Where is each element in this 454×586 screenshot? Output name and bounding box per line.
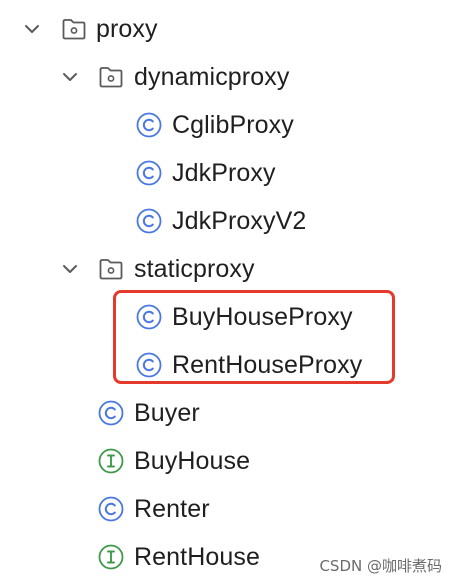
folder-icon bbox=[62, 19, 86, 40]
folder-icon bbox=[99, 259, 123, 280]
tree-node-cglibproxy[interactable]: CglibProxy bbox=[0, 101, 454, 149]
class-icon bbox=[98, 400, 124, 426]
class-icon bbox=[136, 112, 162, 138]
class-icon bbox=[98, 496, 124, 522]
watermark-text: CSDN @咖啡煮码 bbox=[319, 557, 442, 575]
tree-node-label: JdkProxy bbox=[172, 159, 276, 187]
tree-node-jdkproxyv2[interactable]: JdkProxyV2 bbox=[0, 197, 454, 245]
tree-node-proxy[interactable]: proxy bbox=[0, 5, 454, 53]
project-tree: proxy dynamicproxy CglibProxy JdkProxy J… bbox=[0, 0, 454, 586]
chevron-down-icon[interactable] bbox=[61, 68, 79, 86]
class-icon bbox=[136, 208, 162, 234]
tree-node-jdkproxy[interactable]: JdkProxy bbox=[0, 149, 454, 197]
tree-node-label: BuyHouse bbox=[134, 447, 251, 475]
tree-node-renter[interactable]: Renter bbox=[0, 485, 454, 533]
tree-node-label: dynamicproxy bbox=[134, 63, 290, 91]
chevron-down-icon[interactable] bbox=[61, 260, 79, 278]
chevron-down-icon[interactable] bbox=[23, 20, 41, 38]
tree-node-label: staticproxy bbox=[134, 255, 255, 283]
tree-node-label: CglibProxy bbox=[172, 111, 294, 139]
highlight-annotation-box bbox=[113, 290, 395, 384]
tree-node-label: Buyer bbox=[134, 399, 200, 427]
tree-node-dynamicproxy[interactable]: dynamicproxy bbox=[0, 53, 454, 101]
tree-node-label: RentHouse bbox=[134, 543, 260, 571]
class-icon bbox=[136, 160, 162, 186]
interface-icon bbox=[98, 544, 124, 570]
folder-icon bbox=[99, 67, 123, 88]
tree-node-buyer[interactable]: Buyer bbox=[0, 389, 454, 437]
tree-node-buyhouse[interactable]: BuyHouse bbox=[0, 437, 454, 485]
interface-icon bbox=[98, 448, 124, 474]
tree-node-label: Renter bbox=[134, 495, 210, 523]
tree-node-staticproxy[interactable]: staticproxy bbox=[0, 245, 454, 293]
tree-node-label: proxy bbox=[96, 15, 158, 43]
tree-node-label: JdkProxyV2 bbox=[172, 207, 307, 235]
